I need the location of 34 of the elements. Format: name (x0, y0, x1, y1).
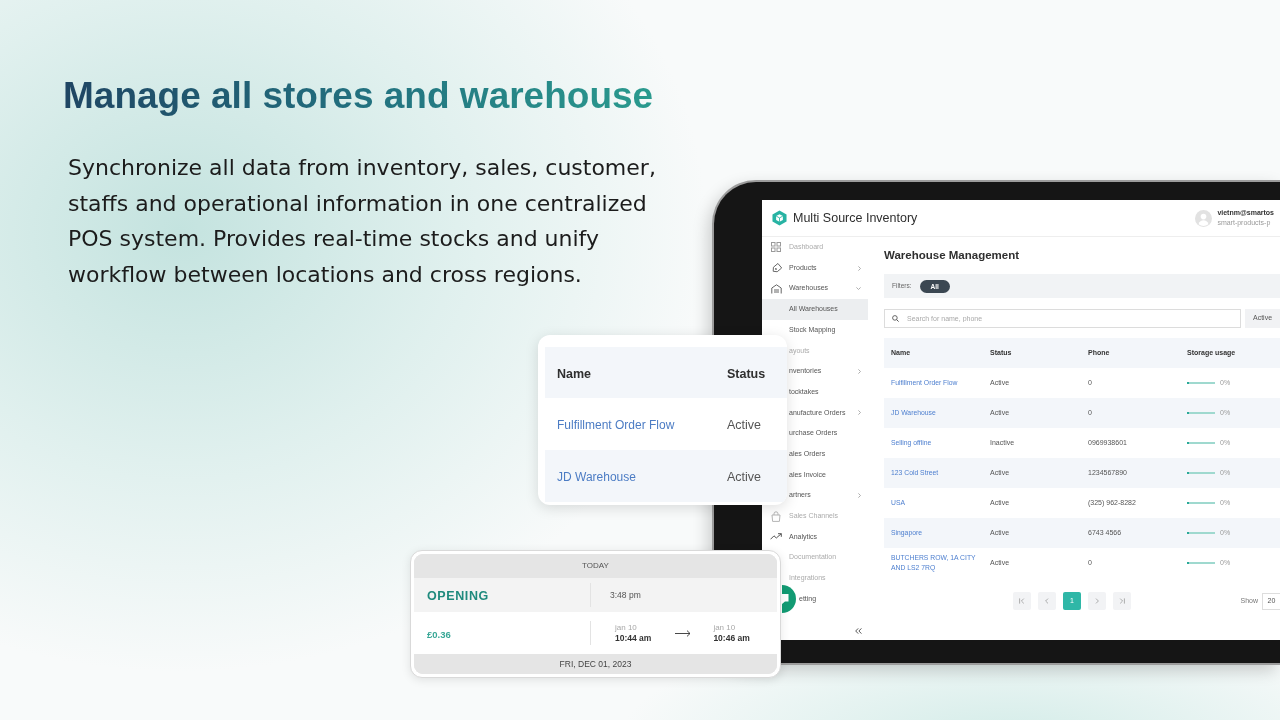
description: Synchronize all data from inventory, sales, customer, staffs and operational information in one centralized POS system. Provides real-time stocks and unify workflow between locations and cross regions. (68, 154, 657, 289)
search-icon (892, 315, 899, 322)
end-time: 10:46 am (713, 633, 750, 644)
start-date: jan 10 (615, 622, 638, 633)
start-time: 10:44 am (615, 633, 652, 644)
chevron-left-icon (1044, 598, 1050, 604)
next-page-button[interactable] (1088, 592, 1106, 610)
tag-icon (770, 262, 782, 274)
end-date: jan 10 (713, 622, 737, 633)
trend-icon (770, 533, 782, 541)
last-page-button[interactable] (1113, 592, 1131, 610)
warehouse-name-link[interactable]: Fulfillment Order Flow (557, 418, 675, 432)
amount-text: £0.36 (427, 629, 451, 640)
cube-logo-icon (772, 210, 787, 226)
skip-left-icon (1019, 598, 1025, 604)
arrow-right-icon (675, 629, 692, 637)
status-text: Active (727, 470, 762, 484)
column-header: Status (727, 366, 766, 381)
previous-page-button[interactable] (1038, 592, 1056, 610)
avatar-icon (1195, 209, 1213, 227)
skip-right-icon (1119, 598, 1125, 604)
warehouse-name-link[interactable]: JD Warehouse (557, 470, 636, 484)
column-header: Name (557, 366, 592, 381)
first-page-button[interactable] (1013, 592, 1031, 610)
warehouse-icon (770, 283, 782, 294)
opening-label: OPENING (427, 589, 489, 603)
app-title: Multi Source Inventory (793, 209, 918, 227)
double-chevron-left-icon[interactable] (855, 628, 862, 634)
chevron-right-icon (1094, 598, 1100, 604)
bag-icon (771, 510, 781, 522)
opening-time: 3:48 pm (610, 588, 641, 602)
page-title: Warehouse Management (884, 248, 1021, 263)
grid-icon (771, 242, 781, 253)
status-text: Active (727, 418, 762, 432)
